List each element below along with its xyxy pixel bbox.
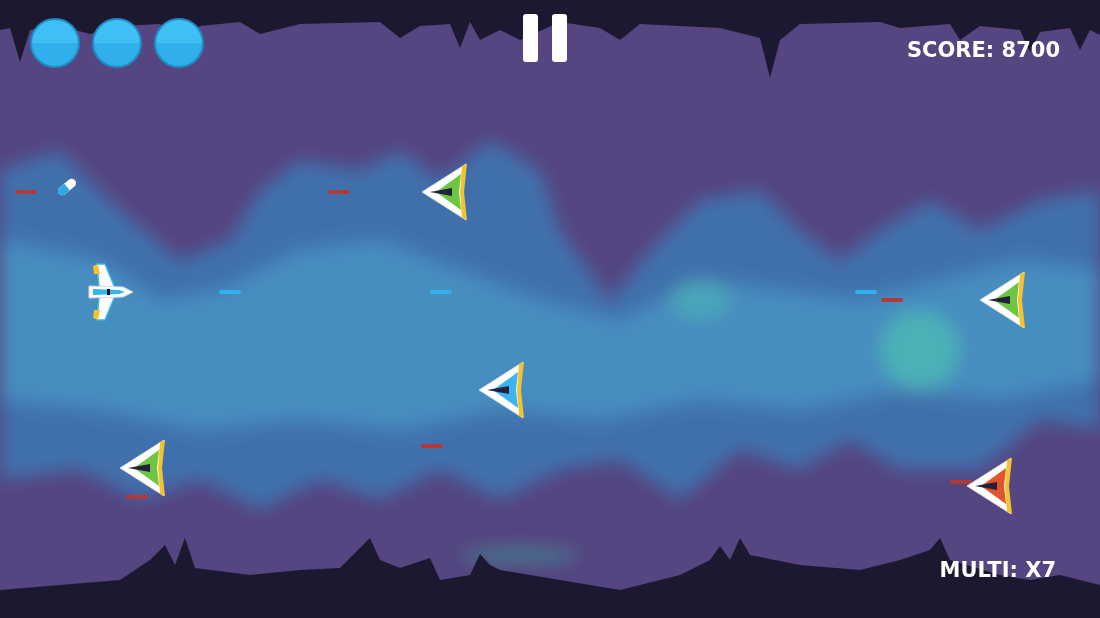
enemy-laser xyxy=(15,190,37,194)
enemy-laser xyxy=(126,495,148,499)
cave-background xyxy=(0,0,1100,618)
hud: SCORE: 8700 MULTI: X7 xyxy=(0,0,1100,618)
pause-icon xyxy=(523,14,538,62)
lives xyxy=(30,18,523,68)
enemy-laser xyxy=(421,444,443,448)
capsule-pickup-icon xyxy=(54,174,80,200)
enemy-ship[interactable] xyxy=(477,360,527,420)
enemy-ship[interactable] xyxy=(965,456,1015,516)
enemy-ship[interactable] xyxy=(420,162,470,222)
player-laser xyxy=(219,290,241,294)
life-orb-icon xyxy=(92,18,142,68)
player-laser xyxy=(855,290,877,294)
multiplier: MULTI: X7 xyxy=(939,558,1056,582)
player-laser xyxy=(430,290,452,294)
score: SCORE: 8700 xyxy=(907,38,1060,62)
player-ship[interactable] xyxy=(85,262,135,322)
hud-bottom-bar: MULTI: X7 xyxy=(30,558,1060,582)
enemy-ship[interactable] xyxy=(118,438,168,498)
enemy-laser xyxy=(950,480,972,484)
life-orb-icon xyxy=(30,18,80,68)
life-orb-icon xyxy=(154,18,204,68)
pause-button[interactable] xyxy=(523,14,567,62)
enemy-laser xyxy=(881,298,903,302)
enemy-ship[interactable] xyxy=(978,270,1028,330)
hud-top-bar: SCORE: 8700 xyxy=(30,18,1060,68)
enemy-laser xyxy=(328,190,350,194)
game-screen: SCORE: 8700 MULTI: X7 xyxy=(0,0,1100,618)
